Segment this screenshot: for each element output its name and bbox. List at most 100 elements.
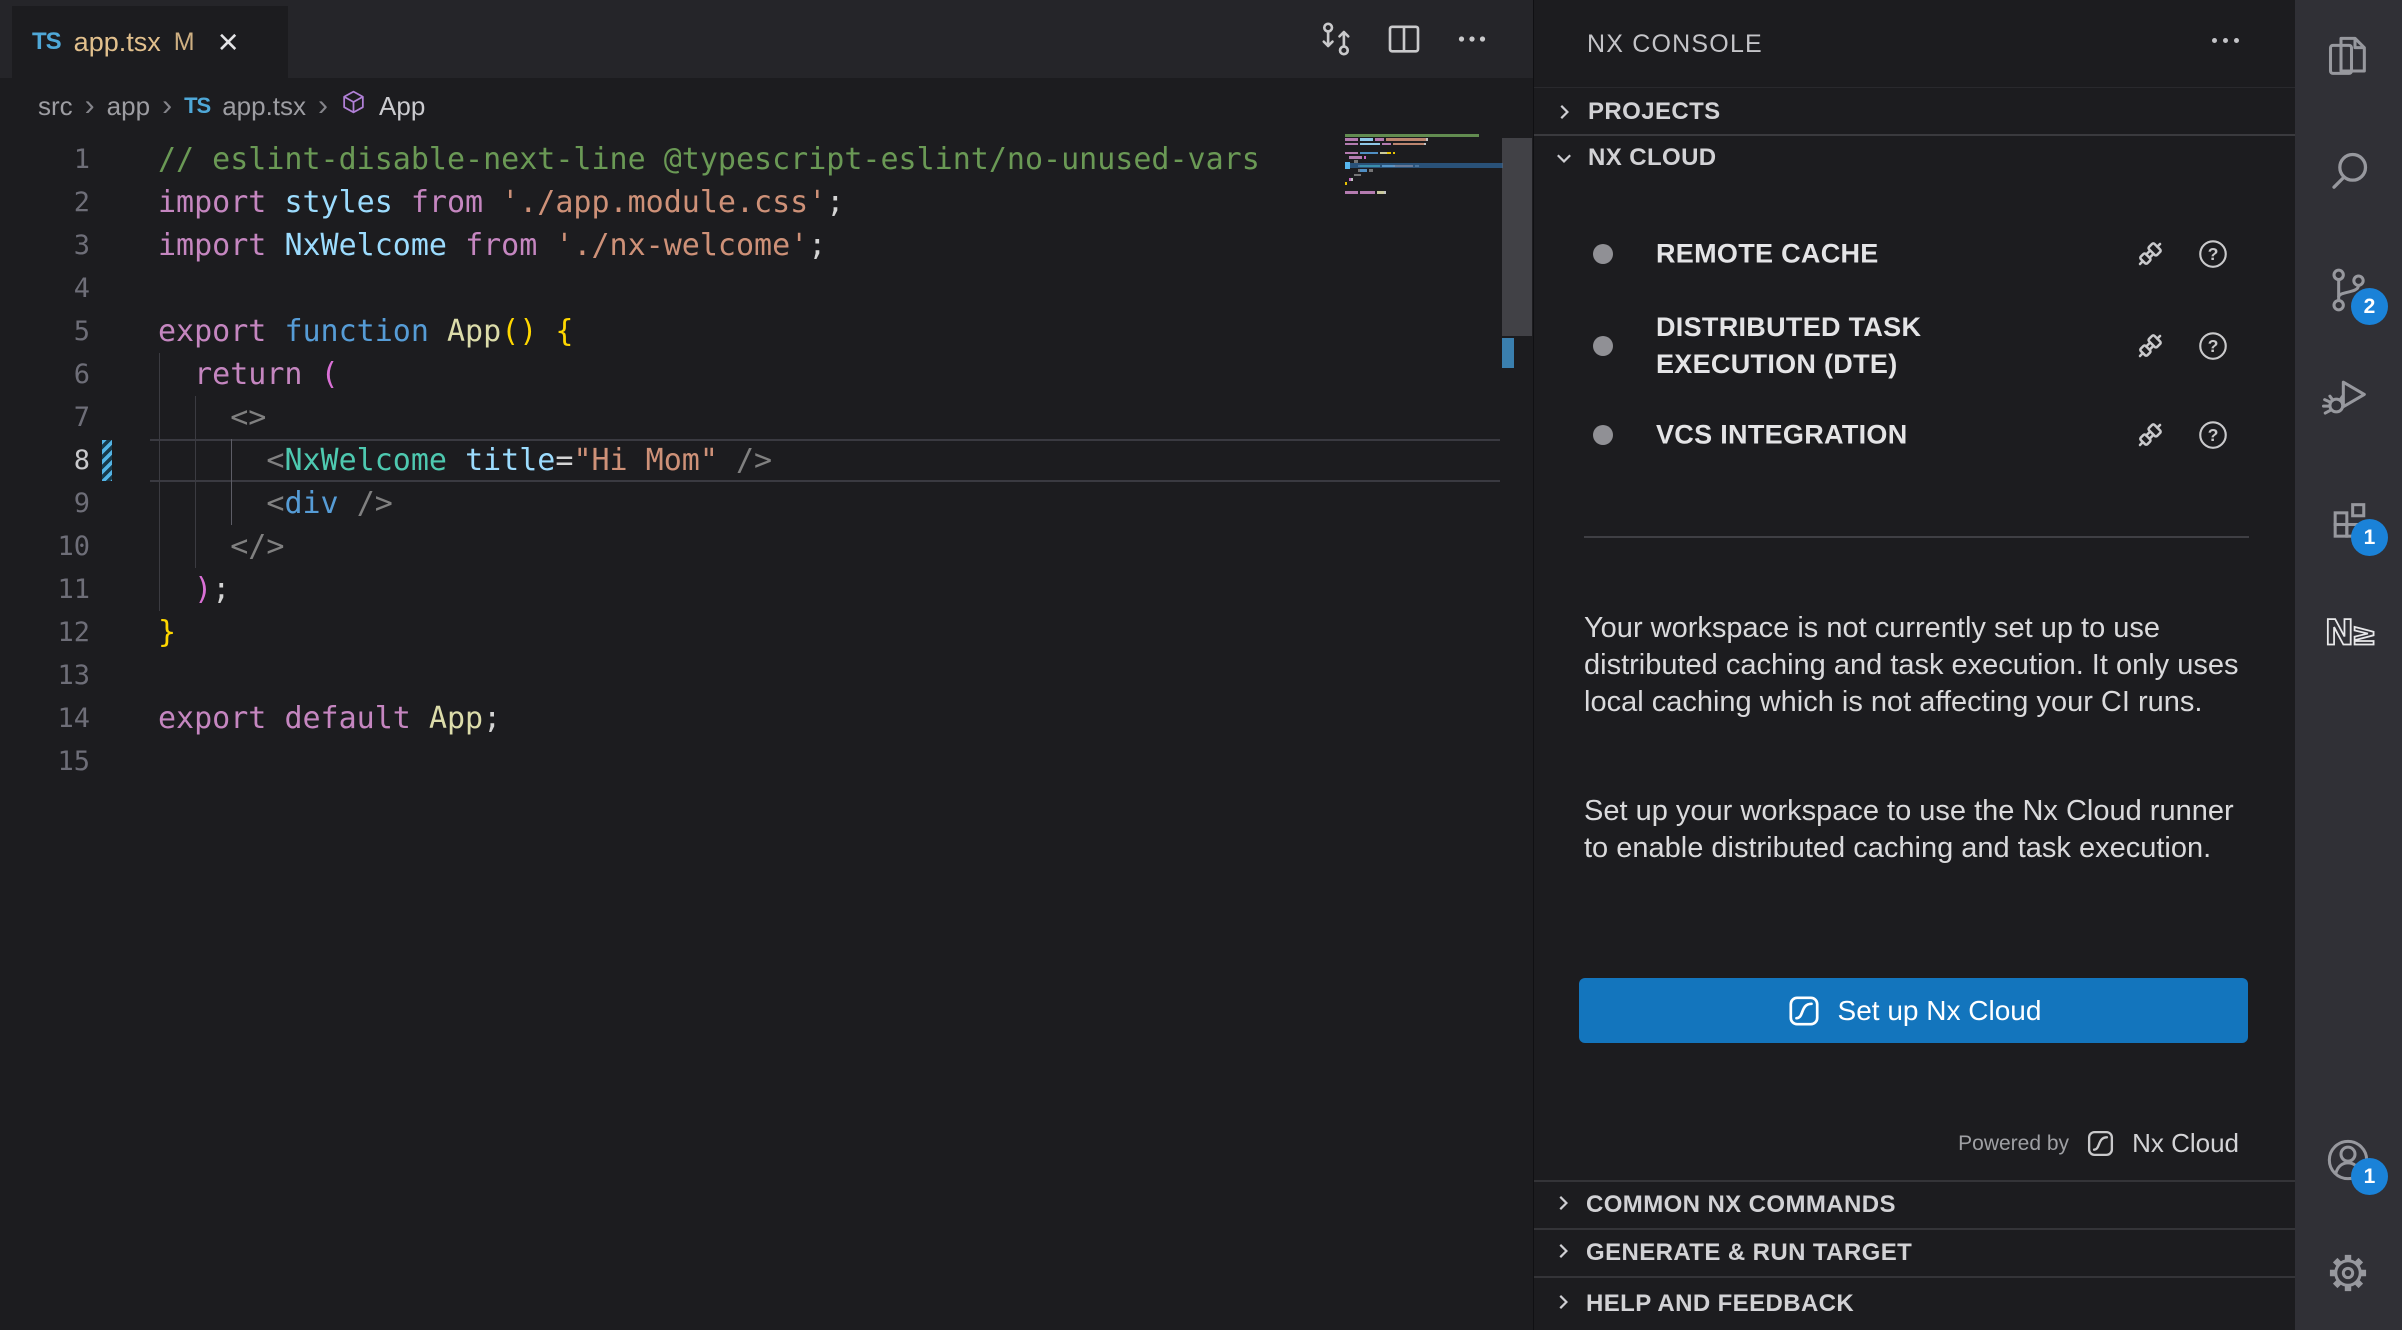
section-label: COMMON NX COMMANDS bbox=[1586, 1191, 1896, 1219]
status-dot-icon bbox=[1593, 336, 1613, 356]
section-nx-cloud[interactable]: NX CLOUD bbox=[1534, 134, 2295, 180]
symbol-cube-icon bbox=[340, 89, 367, 123]
account-icon[interactable]: 1 bbox=[2320, 1132, 2376, 1188]
dte-item: DISTRIBUTED TASK EXECUTION (DTE) ? bbox=[1534, 308, 2295, 384]
more-actions-icon[interactable] bbox=[1451, 18, 1493, 60]
code-line-2[interactable]: import styles from './app.module.css'; bbox=[158, 181, 844, 224]
line-number: 5 bbox=[74, 310, 90, 353]
connect-plug-icon[interactable] bbox=[2130, 326, 2170, 366]
section-label: NX CLOUD bbox=[1588, 144, 1717, 172]
account-badge: 1 bbox=[2351, 1158, 2388, 1195]
section-label: PROJECTS bbox=[1588, 98, 1721, 126]
vcs-integration-item: VCS INTEGRATION ? bbox=[1534, 412, 2295, 458]
activity-bar: 2 1 N ≥ 1 bbox=[2295, 0, 2402, 1330]
section-label: GENERATE & RUN TARGET bbox=[1586, 1239, 1912, 1267]
explorer-files-icon[interactable] bbox=[2320, 29, 2376, 85]
code-line-10[interactable]: </> bbox=[158, 525, 284, 568]
chevron-right-icon: › bbox=[162, 93, 172, 119]
line-number: 13 bbox=[57, 654, 90, 697]
line-number: 14 bbox=[57, 697, 90, 740]
line-number: 1 bbox=[74, 138, 90, 181]
chevron-right-icon: › bbox=[318, 93, 328, 119]
status-dot-icon bbox=[1593, 244, 1613, 264]
section-label: HELP AND FEEDBACK bbox=[1586, 1290, 1854, 1318]
button-label: Set up Nx Cloud bbox=[1838, 995, 2042, 1027]
status-dot-icon bbox=[1593, 425, 1613, 445]
editor-scrollbar[interactable] bbox=[1502, 134, 1532, 1330]
panel-title: NX CONSOLE bbox=[1587, 30, 1763, 59]
svg-text:≥: ≥ bbox=[2352, 618, 2377, 653]
code-line-5[interactable]: export function App() { bbox=[158, 310, 573, 353]
section-projects[interactable]: PROJECTS bbox=[1534, 89, 2295, 134]
code-line-14[interactable]: export default App; bbox=[158, 697, 501, 740]
code-line-12[interactable]: } bbox=[158, 611, 176, 654]
line-number: 9 bbox=[74, 482, 90, 525]
breadcrumb-symbol[interactable]: App bbox=[379, 91, 425, 122]
panel-header: NX CONSOLE bbox=[1534, 0, 2295, 88]
breadcrumb-app[interactable]: app bbox=[107, 91, 150, 122]
scrollbar-slider[interactable] bbox=[1502, 138, 1532, 336]
line-number: 10 bbox=[57, 525, 90, 568]
minimap-current-line bbox=[1345, 163, 1503, 168]
item-label: DISTRIBUTED TASK EXECUTION (DTE) bbox=[1656, 309, 1986, 383]
item-label: VCS INTEGRATION bbox=[1656, 417, 2076, 454]
line-number: 4 bbox=[74, 267, 90, 310]
line-number: 2 bbox=[74, 181, 90, 224]
section-help-and-feedback[interactable]: HELP AND FEEDBACK bbox=[1534, 1276, 2295, 1330]
setup-hint-text: Set up your workspace to use the Nx Clou… bbox=[1584, 793, 2264, 867]
section-common-nx-commands[interactable]: COMMON NX COMMANDS bbox=[1534, 1180, 2295, 1228]
line-number: 7 bbox=[74, 396, 90, 439]
section-generate-run-target[interactable]: GENERATE & RUN TARGET bbox=[1534, 1228, 2295, 1276]
chevron-right-icon bbox=[1552, 101, 1576, 123]
code-line-9[interactable]: <div /> bbox=[158, 482, 393, 525]
connect-plug-icon[interactable] bbox=[2130, 234, 2170, 274]
line-number: 6 bbox=[74, 353, 90, 396]
editor-group: TS app.tsx M × src › app › T bbox=[0, 0, 1533, 1330]
svg-text:N: N bbox=[2325, 614, 2354, 654]
line-number: 11 bbox=[57, 568, 90, 611]
nx-console-icon[interactable]: N ≥ bbox=[2320, 605, 2376, 661]
minimap[interactable] bbox=[1345, 134, 1503, 224]
item-label: REMOTE CACHE bbox=[1656, 236, 1986, 273]
overview-ruler-modified-decoration bbox=[1502, 338, 1514, 368]
svg-text:?: ? bbox=[2208, 336, 2219, 356]
line-number: 8 bbox=[74, 439, 90, 482]
nx-cloud-icon bbox=[1786, 993, 1822, 1029]
code-line-3[interactable]: import NxWelcome from './nx-welcome'; bbox=[158, 224, 826, 267]
powered-by-row: Powered by Nx Cloud bbox=[1958, 1128, 2239, 1159]
source-control-icon[interactable]: 2 bbox=[2320, 262, 2376, 318]
help-icon[interactable]: ? bbox=[2196, 237, 2230, 271]
divider bbox=[1584, 536, 2249, 538]
typescript-file-icon: TS bbox=[184, 93, 210, 119]
code-line-7[interactable]: <> bbox=[158, 396, 266, 439]
code-line-1[interactable]: // eslint-disable-next-line @typescript-… bbox=[158, 138, 1260, 181]
source-control-badge: 2 bbox=[2351, 288, 2388, 325]
code-line-6[interactable]: return ( bbox=[158, 353, 339, 396]
modified-line-marker bbox=[102, 440, 112, 481]
breadcrumb-file[interactable]: app.tsx bbox=[222, 91, 306, 122]
code-line-8[interactable]: <NxWelcome title="Hi Mom" /> bbox=[158, 439, 772, 482]
nx-cloud-icon bbox=[2085, 1128, 2116, 1159]
run-and-debug-icon[interactable] bbox=[2320, 367, 2376, 423]
help-icon[interactable]: ? bbox=[2196, 418, 2230, 452]
help-icon[interactable]: ? bbox=[2196, 329, 2230, 363]
setup-nx-cloud-button[interactable]: Set up Nx Cloud bbox=[1579, 978, 2248, 1043]
modified-badge: M bbox=[174, 28, 195, 57]
more-actions-icon[interactable] bbox=[2212, 38, 2239, 43]
close-icon[interactable]: × bbox=[218, 24, 239, 60]
nx-cloud-brand: Nx Cloud bbox=[2132, 1128, 2239, 1159]
connect-plug-icon[interactable] bbox=[2130, 415, 2170, 455]
line-number: 15 bbox=[57, 740, 90, 783]
code-line-11[interactable]: ); bbox=[158, 568, 230, 611]
open-changes-icon[interactable] bbox=[1315, 18, 1357, 60]
remote-cache-item: REMOTE CACHE ? bbox=[1534, 231, 2295, 277]
svg-text:?: ? bbox=[2208, 425, 2219, 445]
chevron-right-icon bbox=[1552, 1240, 1574, 1267]
editor-actions bbox=[1315, 0, 1493, 78]
split-editor-icon[interactable] bbox=[1383, 18, 1425, 60]
extensions-icon[interactable]: 1 bbox=[2320, 493, 2376, 549]
line-number: 3 bbox=[74, 224, 90, 267]
settings-gear-icon[interactable] bbox=[2320, 1245, 2376, 1301]
search-icon[interactable] bbox=[2320, 144, 2376, 200]
editor-gutter[interactable]: 123456789101112131415 bbox=[0, 0, 92, 1330]
